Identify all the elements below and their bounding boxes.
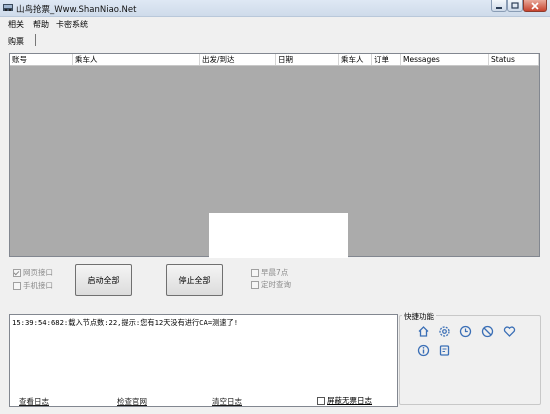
table-header: 账号 乘车人 出发/到达 日期 乘车人 订单 Messages Status bbox=[10, 54, 539, 66]
checkbox-box bbox=[13, 268, 21, 277]
home-icon[interactable] bbox=[417, 325, 430, 338]
orders-table[interactable]: 账号 乘车人 出发/到达 日期 乘车人 订单 Messages Status bbox=[9, 53, 540, 258]
stop-all-button[interactable]: 停止全部 bbox=[166, 264, 223, 296]
timed-query-label: 定时查询 bbox=[261, 280, 291, 289]
clear-log-link[interactable]: 清空日志 bbox=[212, 396, 242, 407]
web-api-checkbox[interactable]: 网页接口 bbox=[13, 267, 53, 278]
early-7-label: 早晨7点 bbox=[261, 268, 289, 277]
start-all-button[interactable]: 启动全部 bbox=[75, 264, 132, 296]
checkbox-box bbox=[317, 396, 325, 405]
mobile-api-label: 手机接口 bbox=[23, 281, 53, 290]
minimize-icon bbox=[496, 6, 502, 9]
quick-functions-title: 快捷功能 bbox=[402, 311, 436, 322]
close-icon bbox=[531, 1, 539, 10]
title-bar: 山鸟抢票_Www.ShanNiao.Net bbox=[0, 0, 550, 17]
hide-no-ticket-log-checkbox[interactable]: 屏蔽无票日志 bbox=[317, 395, 372, 406]
log-line: 15:39:54:682:载入节点数:22,提示:您有12天没有进行CA=测速了… bbox=[12, 318, 239, 327]
tab-buy-ticket[interactable]: 购票 bbox=[8, 36, 24, 47]
main-content: 购票 账号 乘车人 出发/到达 日期 乘车人 订单 Messages Statu… bbox=[0, 29, 550, 414]
check-official-site-link[interactable]: 检查官网 bbox=[117, 396, 147, 407]
maximize-icon bbox=[511, 2, 519, 9]
notebook-icon[interactable] bbox=[438, 344, 451, 357]
checkbox-box bbox=[13, 281, 21, 290]
heart-icon[interactable] bbox=[503, 325, 516, 338]
column-header-status[interactable]: Status bbox=[489, 54, 539, 65]
minimize-button[interactable] bbox=[491, 0, 507, 12]
web-api-label: 网页接口 bbox=[23, 268, 53, 277]
tab-separator bbox=[35, 34, 36, 46]
early-7-checkbox[interactable]: 早晨7点 bbox=[251, 267, 288, 278]
window-title: 山鸟抢票_Www.ShanNiao.Net bbox=[16, 5, 137, 15]
app-icon bbox=[3, 4, 13, 11]
column-header-order[interactable]: 订单 bbox=[372, 54, 401, 65]
column-header-date[interactable]: 日期 bbox=[276, 54, 339, 65]
timed-query-checkbox[interactable]: 定时查询 bbox=[251, 279, 291, 290]
column-header-messages[interactable]: Messages bbox=[401, 54, 489, 65]
checkbox-box bbox=[251, 280, 259, 289]
menu-bar: 相关 帮助 卡密系统 bbox=[0, 17, 550, 29]
info-icon[interactable] bbox=[417, 344, 430, 357]
column-header-account[interactable]: 账号 bbox=[10, 54, 73, 65]
column-header-rider[interactable]: 乘车人 bbox=[339, 54, 372, 65]
hide-no-ticket-log-label: 屏蔽无票日志 bbox=[327, 396, 372, 405]
log-textbox[interactable]: 15:39:54:682:载入节点数:22,提示:您有12天没有进行CA=测速了… bbox=[9, 314, 398, 407]
maximize-button[interactable] bbox=[507, 0, 523, 12]
close-button[interactable] bbox=[523, 0, 547, 12]
clock-icon[interactable] bbox=[459, 325, 472, 338]
mobile-api-checkbox[interactable]: 手机接口 bbox=[13, 280, 53, 291]
view-log-link[interactable]: 查看日志 bbox=[19, 396, 49, 407]
column-header-route[interactable]: 出发/到达 bbox=[200, 54, 276, 65]
checkbox-box bbox=[251, 268, 259, 277]
table-overlay-panel bbox=[209, 213, 348, 258]
forbid-icon[interactable] bbox=[481, 325, 494, 338]
column-header-passenger[interactable]: 乘车人 bbox=[73, 54, 200, 65]
gear-icon[interactable] bbox=[438, 325, 451, 338]
